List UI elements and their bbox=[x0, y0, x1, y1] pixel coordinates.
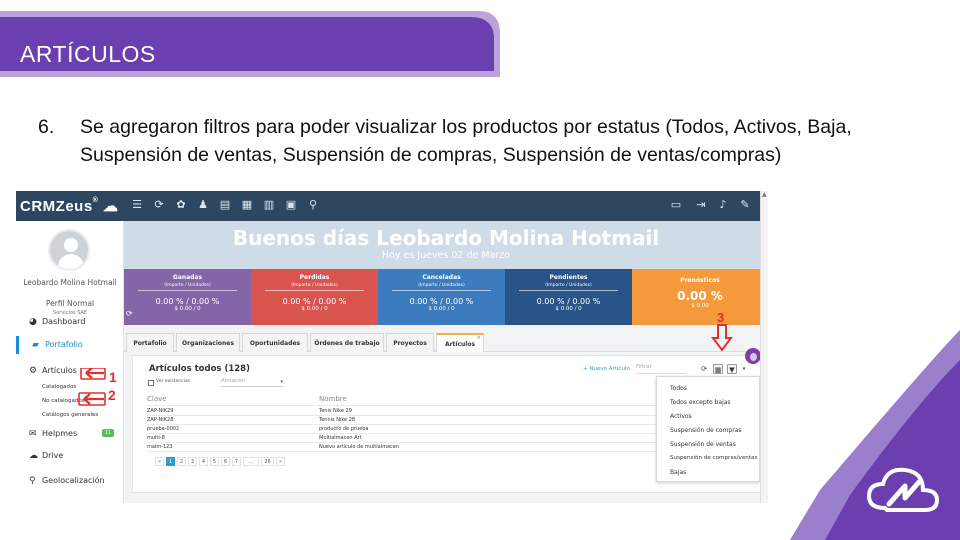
table-cell-nombre[interactable]: Nuevo artículo de multialmacen bbox=[319, 444, 399, 450]
page-6[interactable]: 6 bbox=[221, 457, 230, 466]
search-icon[interactable]: ⚲ bbox=[306, 198, 320, 212]
table-cell-nombre[interactable]: producto de prueba bbox=[319, 426, 368, 432]
stat-canceladas[interactable]: Canceladas (Importe / Unidades) 0.00 % / … bbox=[378, 269, 505, 325]
page-26[interactable]: 26 bbox=[261, 457, 274, 466]
column-header-nombre[interactable]: Nombre bbox=[319, 395, 347, 403]
bullet-number: 6. bbox=[38, 116, 55, 138]
annotation-2: 2 bbox=[108, 387, 116, 403]
cloud-logo-icon: ☁ bbox=[103, 198, 119, 215]
table-row-divider bbox=[147, 433, 667, 434]
decorative-corner-shape bbox=[790, 330, 960, 540]
table-cell-clave[interactable]: ZAP-NIK29 bbox=[147, 408, 173, 414]
sidebar-item-helpmes[interactable]: ✉ Helpmes 11 bbox=[16, 425, 124, 443]
page-7[interactable]: 7 bbox=[232, 457, 241, 466]
user-name: Leobardo Molina Hotmail bbox=[23, 278, 117, 287]
column-header-clave[interactable]: Clave bbox=[147, 395, 167, 403]
existencias-checkbox[interactable] bbox=[148, 380, 154, 386]
menu-icon[interactable]: ☰ bbox=[130, 198, 144, 212]
sidebar-item-dashboard[interactable]: ◕ Dashboard bbox=[16, 313, 124, 331]
table-row-divider bbox=[147, 451, 667, 452]
slide: ARTÍCULOS 6. Se agregaron filtros para p… bbox=[0, 0, 960, 540]
book-icon[interactable]: ▥ bbox=[262, 198, 276, 212]
page-2[interactable]: 2 bbox=[177, 457, 186, 466]
pie-chart-icon: ◕ bbox=[29, 317, 37, 327]
panel-title: Artículos todos (128) bbox=[149, 364, 250, 374]
date-text: Hoy es Jueves 02 de Marzo bbox=[381, 250, 511, 261]
briefcase-icon: ▰ bbox=[32, 340, 39, 350]
cup-icon[interactable]: ♟ bbox=[196, 198, 210, 212]
greeting-text: Buenos días Leobardo Molina Hotmail bbox=[232, 226, 660, 250]
existencias-label: Ver existencias bbox=[156, 379, 190, 384]
logout-icon[interactable]: ⇥ bbox=[694, 198, 708, 212]
pagination: « 1 2 3 4 5 6 7 … 26 » bbox=[155, 457, 315, 468]
palette-icon[interactable]: ✿ bbox=[174, 198, 188, 212]
new-article-button[interactable]: + Nuevo Artículo bbox=[583, 366, 630, 372]
wrench-icon[interactable]: ✎ bbox=[738, 198, 752, 212]
tab-oportunidades[interactable]: Oportunidades bbox=[242, 333, 308, 352]
sidebar-item-portafolio[interactable]: ▰ Portafolio bbox=[16, 336, 124, 354]
stat-ganadas[interactable]: Ganadas (Importe / Unidades) 0.00 % / 0.0… bbox=[124, 269, 251, 325]
slide-title: ARTÍCULOS bbox=[20, 41, 156, 67]
sidebar-item-drive[interactable]: ☁ Drive bbox=[16, 447, 124, 465]
page-1[interactable]: 1 bbox=[166, 457, 175, 466]
tab-portafolio[interactable]: Portafolio bbox=[126, 333, 174, 352]
sidebar: Leobardo Molina Hotmail Perfil Normal Se… bbox=[16, 221, 124, 503]
tab-proyectos[interactable]: Proyectos bbox=[386, 333, 434, 352]
table-header-divider bbox=[147, 405, 667, 406]
table-cell-clave[interactable]: ZAP-NIK28 bbox=[147, 417, 173, 423]
stat-pendientes[interactable]: Pendientes (Importe / Unidades) 0.00 % / … bbox=[505, 269, 632, 325]
user-avatar[interactable] bbox=[48, 229, 90, 271]
tab-ordenes-de-trabajo[interactable]: Órdenes de trabajo bbox=[310, 333, 384, 352]
table-cell-clave[interactable]: maim-123 bbox=[147, 444, 173, 450]
bullet-text: Se agregaron filtros para poder visualiz… bbox=[80, 116, 852, 166]
top-navbar: CRMZeus® ☁ ☰ ⟳ ✿ ♟ ▤ ▦ ▥ ▣ ⚲ ▭ ⇥ ♪ ✎ bbox=[16, 191, 768, 221]
gears-icon: ⚙ bbox=[29, 366, 38, 376]
close-tab-icon[interactable]: × bbox=[477, 329, 481, 348]
sidebar-sub-catalogados[interactable]: Catalogados bbox=[42, 384, 76, 390]
table-cell-nombre[interactable]: Tenis Nike 29 bbox=[319, 408, 352, 414]
sidebar-item-geolocalizacion[interactable]: ⚲ Geolocalización bbox=[16, 472, 124, 490]
card-icon[interactable]: ▣ bbox=[284, 198, 298, 212]
sidebar-sub-catalogos-generales[interactable]: Catálogos generales bbox=[42, 412, 98, 418]
page-ellipsis: … bbox=[243, 457, 259, 466]
page-next[interactable]: » bbox=[276, 457, 285, 466]
table-cell-nombre[interactable]: Tennis Nike 28 bbox=[319, 417, 355, 423]
stats-refresh-icon[interactable]: ⟳ bbox=[126, 309, 133, 318]
table-row-divider bbox=[147, 415, 667, 416]
table-cell-nombre[interactable]: Multialmacen Art bbox=[319, 435, 362, 441]
refresh-icon[interactable]: ⟳ bbox=[152, 198, 166, 212]
bell-icon[interactable]: ♪ bbox=[716, 198, 730, 212]
page-3[interactable]: 3 bbox=[188, 457, 197, 466]
title-banner: ARTÍCULOS bbox=[0, 11, 502, 77]
tab-organizaciones[interactable]: Organizaciones bbox=[176, 333, 240, 352]
user-role: Perfil Normal bbox=[45, 299, 95, 308]
table-row-divider bbox=[147, 424, 667, 425]
almacen-select[interactable]: Almacén ▾ bbox=[221, 378, 283, 387]
table-cell-clave[interactable]: prueba-0002 bbox=[147, 426, 179, 432]
annotation-1: 1 bbox=[109, 369, 117, 385]
chevron-down-icon: ▾ bbox=[280, 379, 283, 385]
page-4[interactable]: 4 bbox=[199, 457, 208, 466]
welcome-hero: Buenos días Leobardo Molina Hotmail Hoy … bbox=[124, 221, 768, 269]
keyboard-icon[interactable]: ▭ bbox=[668, 198, 684, 212]
page-prev[interactable]: « bbox=[155, 457, 164, 466]
crmzeus-logo: CRMZeus® ☁ bbox=[20, 197, 119, 215]
page-5[interactable]: 5 bbox=[210, 457, 219, 466]
stat-perdidas[interactable]: Perdidas (Importe / Unidades) 0.00 % / 0.… bbox=[251, 269, 378, 325]
calendar-icon[interactable]: ▦ bbox=[240, 198, 254, 212]
scroll-up-icon[interactable]: ▲ bbox=[762, 191, 767, 198]
tab-articulos[interactable]: Artículos × bbox=[436, 333, 484, 352]
table-row-divider bbox=[147, 442, 667, 443]
table-cell-clave[interactable]: multi-8 bbox=[147, 435, 165, 441]
cloud-icon: ☁ bbox=[29, 451, 38, 461]
document-icon[interactable]: ▤ bbox=[218, 198, 232, 212]
chat-icon: ✉ bbox=[29, 429, 37, 439]
map-marker-icon: ⚲ bbox=[29, 476, 36, 486]
helpmes-badge: 11 bbox=[101, 429, 114, 437]
